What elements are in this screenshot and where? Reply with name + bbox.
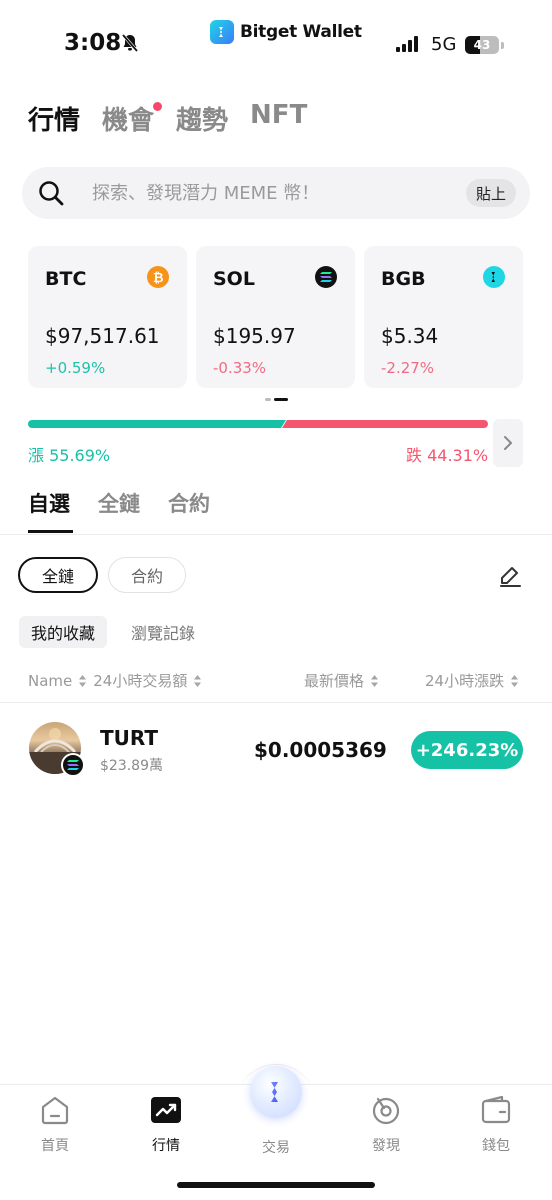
- ratio-up-label: 漲 55.69%: [28, 446, 111, 465]
- column-volume: 24小時交易額: [93, 672, 188, 690]
- nav-discover[interactable]: 發現: [346, 1091, 426, 1155]
- notification-dot: [153, 102, 163, 111]
- divider: [0, 702, 552, 703]
- token-price: $0.0005369: [254, 738, 387, 762]
- column-price: 最新價格: [304, 672, 365, 690]
- trade-button[interactable]: [250, 1066, 302, 1118]
- coin-symbol: SOL: [213, 268, 255, 290]
- home-indicator: [177, 1182, 375, 1188]
- discover-icon: [370, 1091, 402, 1129]
- sentiment-more-button[interactable]: [493, 419, 523, 467]
- pager-dot: [265, 398, 271, 401]
- coin-symbol: BGB: [381, 268, 426, 290]
- sort-name[interactable]: Name 24小時交易額: [28, 670, 202, 691]
- network-type: 5G: [431, 34, 457, 55]
- bell-muted-icon: [121, 34, 139, 52]
- tab-market[interactable]: 行情: [28, 100, 80, 137]
- bitcoin-icon: ₿: [147, 266, 169, 288]
- token-volume: $23.89萬: [100, 758, 163, 774]
- market-type-chips: 全鏈 合約: [18, 557, 187, 593]
- table-row[interactable]: TURT $23.89萬 $0.0005369 +246.23%: [0, 712, 552, 788]
- watchlist-filters: 我的收藏 瀏覽記錄: [19, 616, 207, 648]
- nav-wallet[interactable]: 錢包: [456, 1091, 536, 1155]
- column-name: Name: [28, 671, 73, 690]
- nav-home[interactable]: 首頁: [15, 1091, 95, 1155]
- chip-all-chains[interactable]: 全鏈: [18, 557, 99, 593]
- pager-dot-active: [274, 398, 288, 401]
- ratio-up-fill: [28, 420, 286, 428]
- chevron-right-icon: [504, 436, 512, 450]
- trade-icon: [271, 1082, 278, 1102]
- tab-nft[interactable]: NFT: [250, 100, 307, 137]
- tab-opportunity[interactable]: 機會: [102, 100, 163, 137]
- filter-history[interactable]: 瀏覽記錄: [119, 616, 207, 648]
- coin-price: $5.34: [381, 324, 439, 348]
- battery-icon: 43: [465, 36, 499, 54]
- watchlist-tabs: 自選 全鏈 合約: [28, 488, 238, 518]
- bitget-wallet-logo-icon: [210, 20, 234, 44]
- wallet-icon: [480, 1091, 512, 1129]
- coin-price: $195.97: [213, 324, 296, 348]
- search-icon: [39, 181, 64, 206]
- active-tab-underline: [28, 530, 73, 533]
- coin-card-bgb[interactable]: BGB $5.34 -2.27%: [364, 246, 523, 388]
- coin-card-sol[interactable]: SOL $195.97 -0.33%: [196, 246, 355, 388]
- battery-level: 43: [473, 38, 491, 52]
- coin-change: +0.59%: [45, 359, 106, 377]
- ratio-down-fill: [282, 420, 488, 428]
- brand-name: Bitget Wallet: [240, 22, 362, 42]
- edit-icon[interactable]: [498, 564, 522, 588]
- tab-opportunity-label: 機會: [102, 106, 155, 136]
- card-pager: [265, 398, 288, 401]
- nav-discover-label: 發現: [372, 1138, 400, 1154]
- solana-icon: [315, 266, 337, 288]
- coin-price: $97,517.61: [45, 324, 160, 348]
- sort-icon: [371, 674, 379, 687]
- coin-change: -0.33%: [213, 359, 267, 377]
- top-tabs: 行情 機會 趨勢 NFT: [28, 100, 329, 137]
- chip-contracts[interactable]: 合約: [108, 557, 187, 593]
- nav-market-label: 行情: [152, 1138, 180, 1154]
- market-sentiment-bar: [28, 420, 488, 428]
- sort-icon: [79, 674, 87, 687]
- coin-change: -2.27%: [381, 359, 435, 377]
- bitget-icon: [483, 266, 505, 288]
- sort-icon: [511, 674, 519, 687]
- home-icon: [39, 1091, 71, 1129]
- signal-icon: [396, 36, 418, 52]
- sort-change[interactable]: 24小時漲跌: [425, 670, 519, 691]
- search-input[interactable]: [92, 179, 472, 207]
- status-time: 3:08: [64, 30, 122, 56]
- market-icon: [150, 1091, 182, 1129]
- brand: Bitget Wallet: [210, 20, 362, 44]
- nav-home-label: 首頁: [41, 1138, 69, 1154]
- search-bar[interactable]: 貼上: [22, 167, 530, 219]
- svg-text:₿: ₿: [153, 271, 164, 284]
- battery-tip: [501, 42, 504, 49]
- coin-symbol: BTC: [45, 268, 87, 290]
- token-name: TURT: [100, 726, 159, 750]
- coin-card-btc[interactable]: BTC ₿ $97,517.61 +0.59%: [28, 246, 187, 388]
- sort-icon: [194, 674, 202, 687]
- tab-contracts[interactable]: 合約: [168, 488, 210, 518]
- paste-button[interactable]: 貼上: [466, 179, 516, 207]
- solana-icon: [61, 753, 85, 777]
- nav-trade-label: 交易: [262, 1140, 290, 1156]
- nav-wallet-label: 錢包: [482, 1138, 510, 1154]
- filter-favorites[interactable]: 我的收藏: [19, 616, 108, 648]
- tab-trends[interactable]: 趨勢: [176, 100, 228, 137]
- divider: [0, 534, 552, 535]
- nav-market[interactable]: 行情: [126, 1091, 206, 1155]
- tab-watchlist[interactable]: 自選: [28, 488, 70, 518]
- tab-all-chains[interactable]: 全鏈: [98, 488, 140, 518]
- nav-trade[interactable]: 交易: [236, 1131, 316, 1157]
- ratio-down-label: 跌 44.31%: [406, 446, 489, 465]
- status-bar: 3:08 Bitget Wallet 5G 43: [0, 0, 552, 80]
- column-change: 24小時漲跌: [425, 672, 505, 690]
- list-header: Name 24小時交易額 最新價格 24小時漲跌: [0, 668, 552, 694]
- token-change-badge[interactable]: +246.23%: [411, 731, 523, 769]
- coin-cards: BTC ₿ $97,517.61 +0.59% SOL $195.97 -0.3…: [28, 246, 528, 390]
- sort-price[interactable]: 最新價格: [304, 670, 379, 691]
